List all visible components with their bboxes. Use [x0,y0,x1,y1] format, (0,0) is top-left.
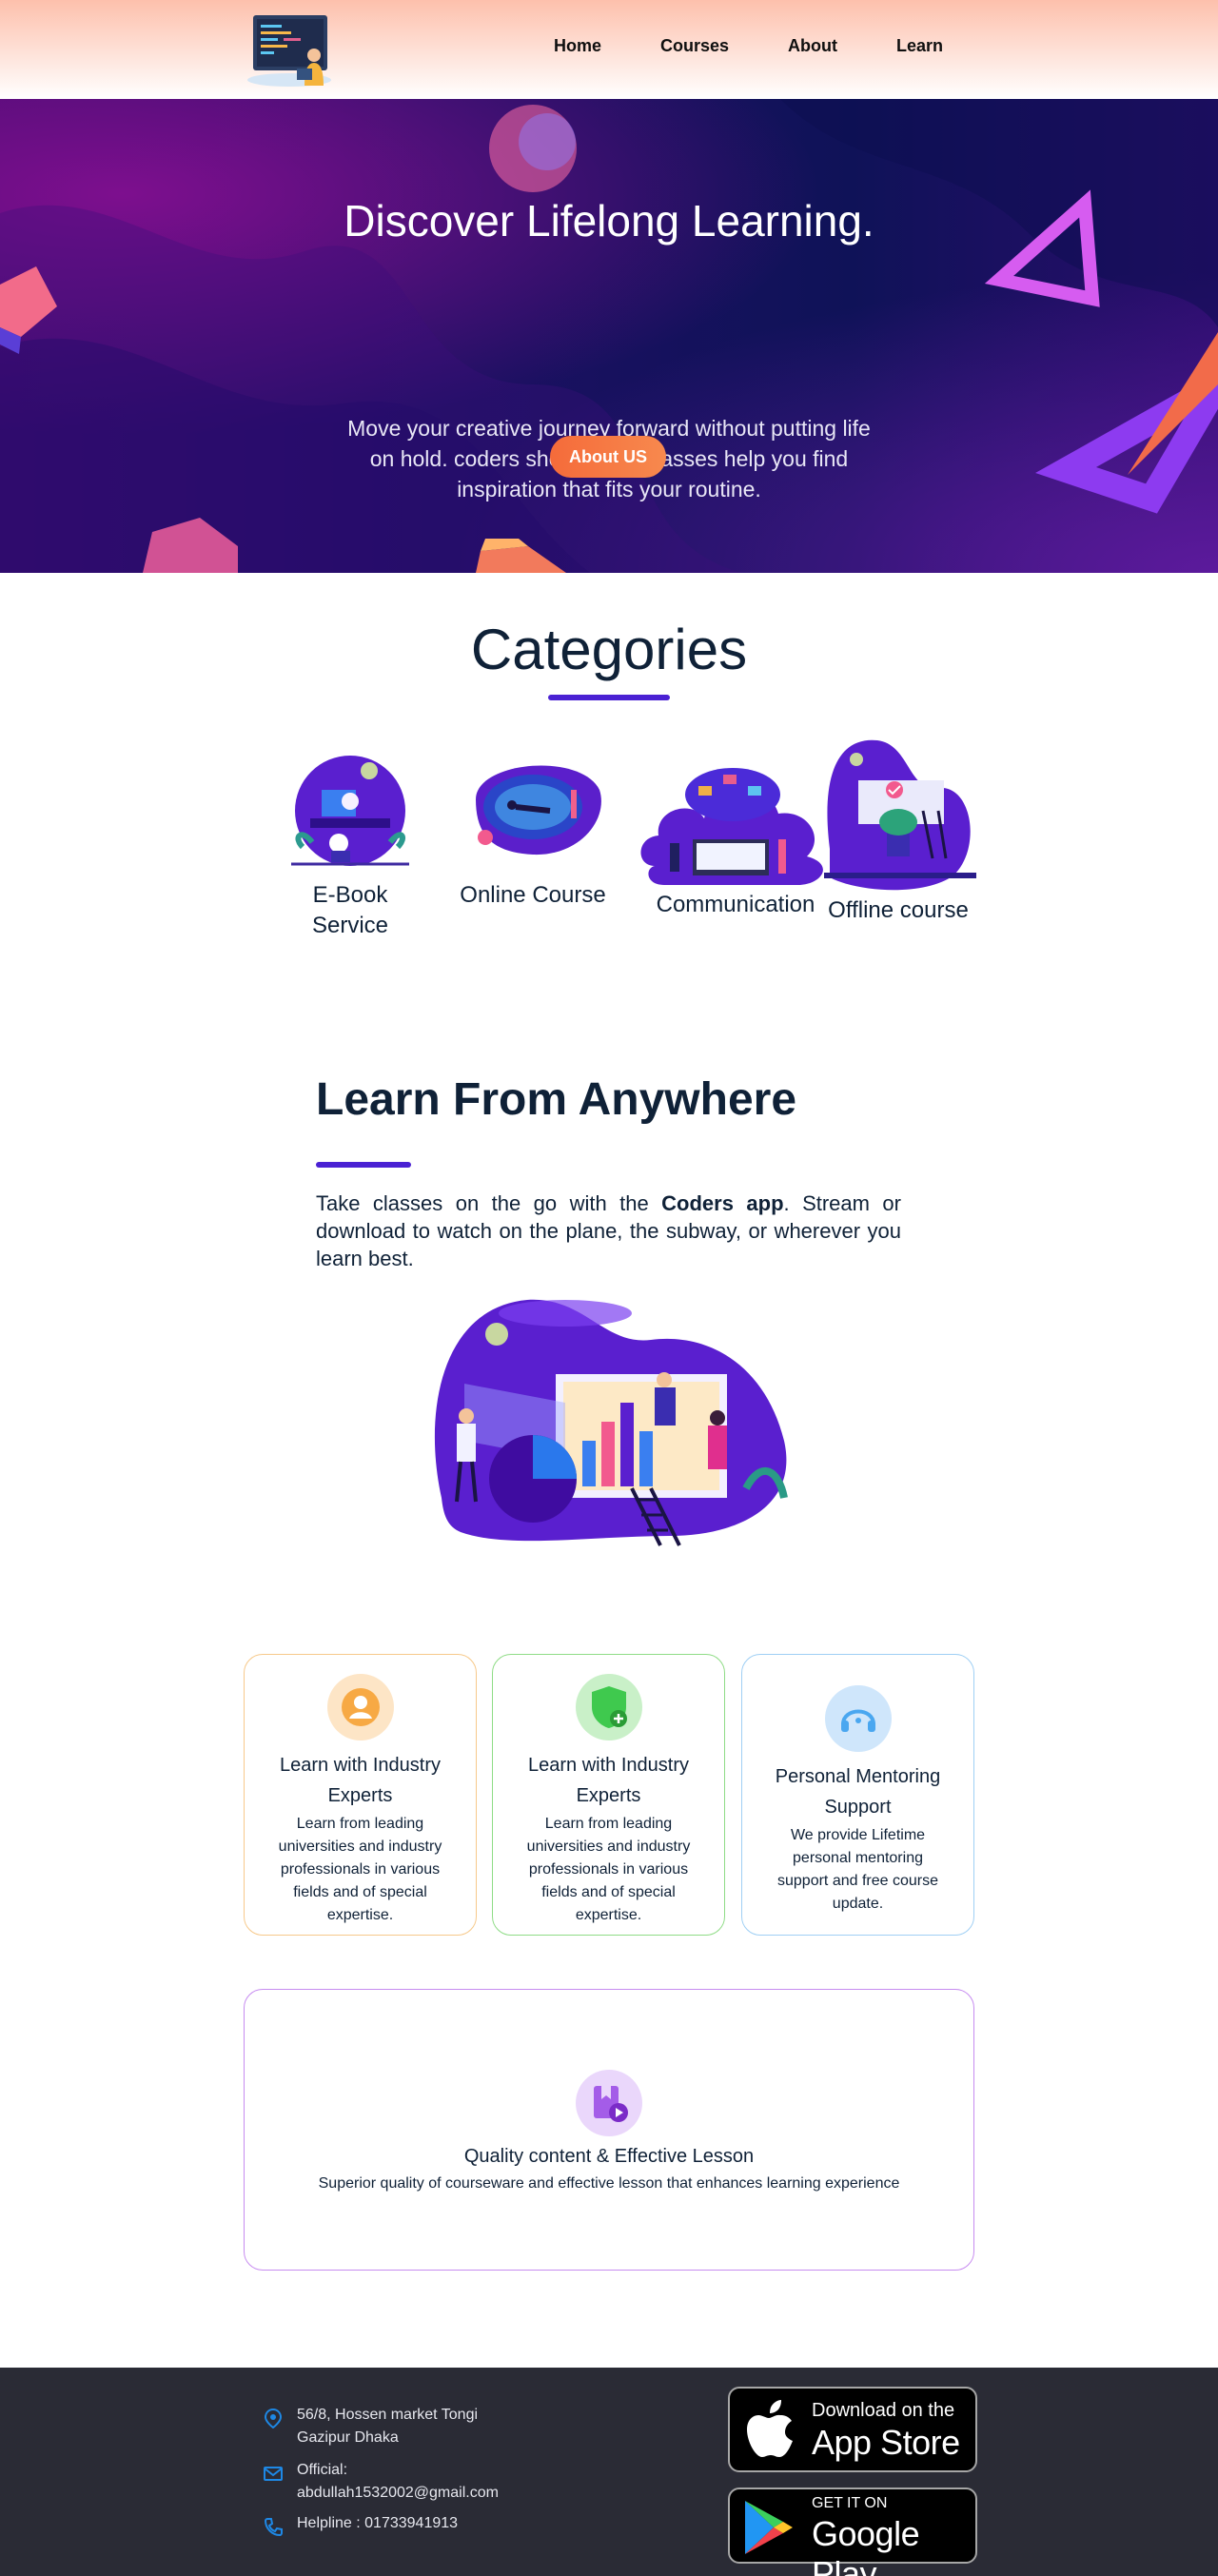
categories-title: Categories [470,618,748,681]
online-course-illustration-icon [476,765,601,855]
category-label: Communication [656,892,815,917]
quality-title: Quality content & Effective Lesson [463,2146,755,2167]
learn-title: Learn From Anywhere [316,1074,797,1125]
footer-helpline[interactable]: Helpline : 01733941913 [263,2512,458,2537]
feature-card-experts-2: Learn with Industry Experts Learn from l… [492,1654,725,1936]
feature-title: Learn with Industry Experts [528,1755,689,1806]
learn-description: Take classes on the go with the Coders a… [316,1190,901,1272]
feature-title: Learn with Industry Experts [280,1755,441,1806]
hero-section: Discover Lifelong Learning. Move your cr… [0,99,1218,573]
main-menu: Home Courses About Learn [554,36,1002,56]
cloud-communication-illustration-icon [640,768,823,885]
logo-icon[interactable] [246,11,333,88]
category-label: E-Book Service [311,882,389,938]
google-play-label: Google Play [812,2514,920,2576]
app-store-badge[interactable]: Download on the App Store [728,2387,977,2472]
bookmark-video-icon [594,2086,628,2122]
feature-card-experts: Learn with Industry Experts Learn from l… [244,1654,477,1936]
shield-icon-badge [575,1674,642,1740]
learn-text-part: Take classes on the go with the [316,1191,662,1215]
bookmark-icon-badge [576,2070,642,2136]
nav-learn-link[interactable]: Learn [896,36,943,56]
feature-title: Personal Mentoring Support [775,1766,941,1818]
headset-icon-badge [824,1685,892,1752]
category-offline-course[interactable]: Offline course [820,735,976,926]
shield-plus-icon [591,1686,627,1728]
helpline-text[interactable]: Helpline : 01733941913 [297,2512,458,2535]
category-communication[interactable]: Communication [636,761,835,920]
user-icon-badge [326,1674,394,1740]
footer-email[interactable]: Official: abdullah1532002@gmail.com [263,2459,525,2505]
footer-address: 56/8, Hossen market Tongi Gazipur Dhaka [263,2404,497,2449]
user-icon [341,1688,380,1726]
app-store-label: App Store [812,2423,960,2462]
data-analytics-illustration-icon [434,1299,788,1546]
top-navbar: Home Courses About Learn [0,0,1218,99]
address-text: 56/8, Hossen market Tongi Gazipur Dhaka [297,2407,479,2446]
email-text[interactable]: Official: abdullah1532002@gmail.com [297,2459,525,2505]
category-label: Online Course [460,882,606,908]
quality-card: Quality content & Effective Lesson Super… [244,1989,974,2271]
quality-text: Superior quality of courseware and effec… [318,2175,900,2192]
google-play-small-label: GET IT ON [812,2495,888,2511]
phone-icon [264,2518,283,2537]
nav-home-link[interactable]: Home [554,36,601,56]
about-us-button[interactable]: About US [550,436,666,478]
nav-courses-link[interactable]: Courses [660,36,729,56]
app-store-small-label: Download on the [812,2400,955,2421]
nav-about-link[interactable]: About [788,36,837,56]
ebook-illustration-icon [291,756,409,866]
feature-text: Learn from leading universities and indu… [278,1816,442,1923]
google-play-badge[interactable]: GET IT ON Google Play [728,2488,977,2576]
feature-text: We provide Lifetime personal mentoring s… [777,1827,938,1912]
learn-title-underline [316,1162,411,1168]
headset-icon [840,1709,875,1732]
google-play-icon [745,2501,793,2554]
hero-title: Discover Lifelong Learning. [344,196,874,246]
feature-card-mentoring: Personal Mentoring Support We provide Li… [741,1654,974,1936]
category-label: Offline course [828,897,969,923]
apple-icon [747,2400,793,2457]
app-name-highlight: Coders app [661,1191,784,1215]
category-ebook[interactable]: E-Book Service [284,752,417,941]
footer: 56/8, Hossen market Tongi Gazipur Dhaka … [0,2368,1218,2576]
offline-course-illustration-icon [824,739,976,891]
location-pin-icon [264,2408,283,2429]
category-online-course[interactable]: Online Course [457,752,609,911]
categories-title-underline [548,695,670,700]
feature-text: Learn from leading universities and indu… [526,1816,691,1923]
mail-icon [264,2467,283,2481]
